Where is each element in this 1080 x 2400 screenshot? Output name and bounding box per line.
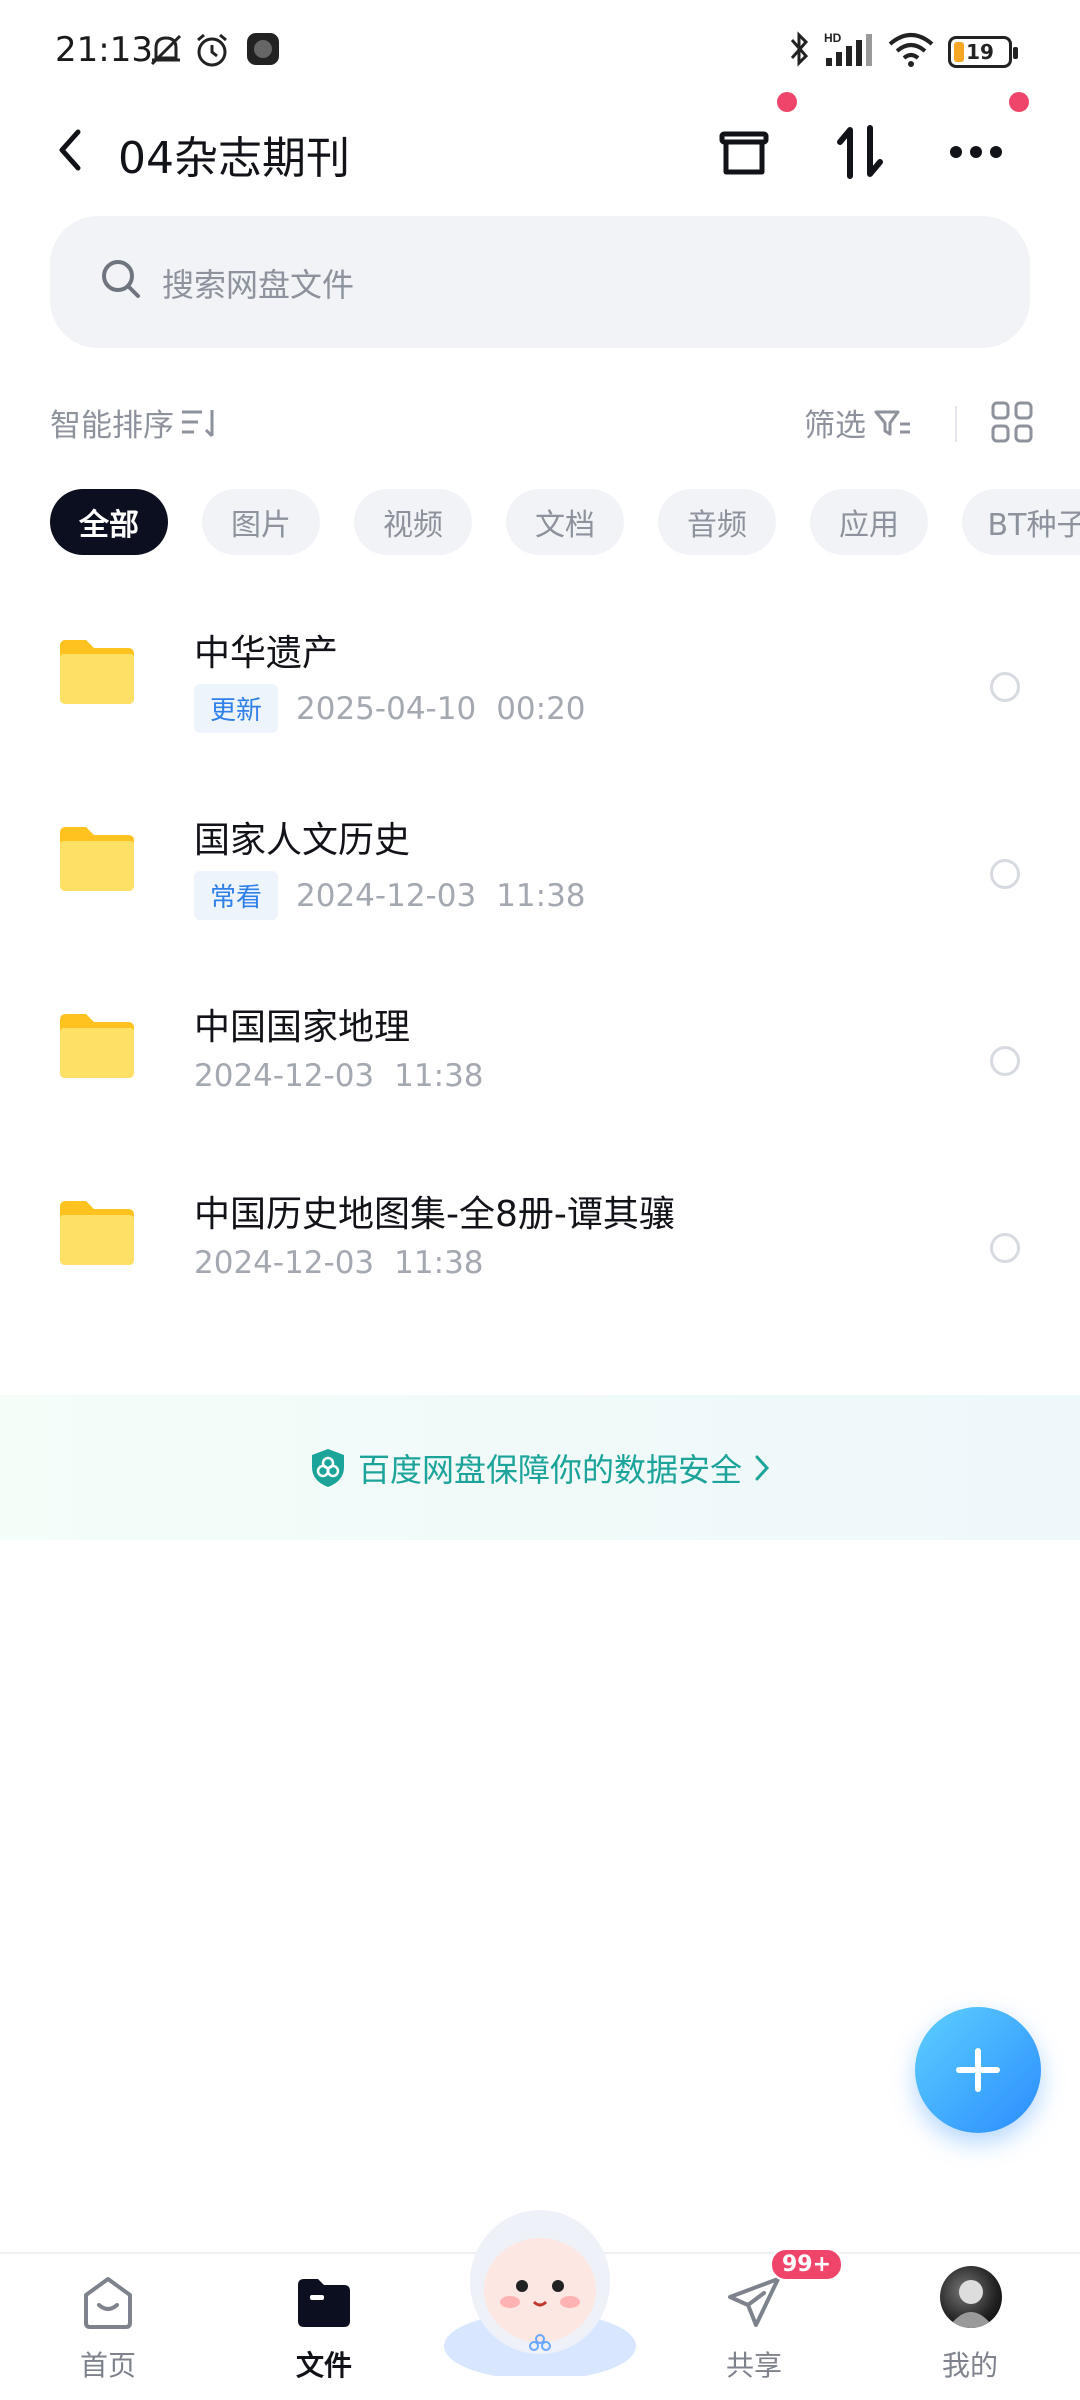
folder-icon <box>294 2272 354 2332</box>
file-time: 11:38 <box>394 1245 484 1281</box>
file-time: 00:20 <box>496 690 586 727</box>
top-bar: 04杂志期刊 <box>0 92 1080 200</box>
mute-bell-icon <box>146 30 186 74</box>
transfer-button[interactable] <box>820 112 900 192</box>
nav-share-label: 共享 <box>725 2349 782 2382</box>
select-radio[interactable] <box>990 1046 1020 1076</box>
file-row[interactable]: 中华遗产 更新 2025-04-10 00:20 <box>0 606 1080 793</box>
more-button[interactable] <box>936 112 1016 192</box>
folder-icon <box>56 636 138 712</box>
file-date: 2024-12-03 <box>296 877 477 914</box>
paper-plane-icon <box>724 2272 784 2332</box>
chip-audio[interactable]: 音频 <box>658 489 776 555</box>
status-bar: 21:13 HD 19 <box>0 0 1080 100</box>
filter-button[interactable]: 筛选 <box>804 400 912 445</box>
chip-bt-seeds[interactable]: BT种子 <box>962 489 1080 555</box>
file-row[interactable]: 中国历史地图集-全8册-谭其骧 2024-12-03 11:38 <box>0 1167 1080 1354</box>
security-banner[interactable]: 百度网盘保障你的数据安全 <box>0 1395 1080 1540</box>
battery-icon: 19 <box>948 36 1018 68</box>
search-placeholder: 搜索网盘文件 <box>162 266 355 304</box>
share-badge: 99+ <box>770 2248 844 2281</box>
select-radio[interactable] <box>990 1233 1020 1263</box>
status-time: 21:13 <box>55 30 153 70</box>
folder-icon <box>56 823 138 899</box>
file-meta: 2024-12-03 11:38 <box>194 1245 484 1281</box>
grid-view-icon <box>991 401 1033 443</box>
sort-lines-icon <box>182 409 214 437</box>
search-icon <box>98 256 144 306</box>
more-dots-icon <box>950 146 1002 158</box>
file-date: 2024-12-03 <box>194 1058 375 1094</box>
archive-box-icon <box>719 131 769 175</box>
filter-funnel-icon <box>874 410 910 435</box>
nav-home-label: 首页 <box>79 2349 136 2382</box>
sort-button[interactable]: 智能排序 <box>50 400 220 445</box>
nav-mine-label: 我的 <box>941 2349 998 2382</box>
chevron-left-icon <box>59 129 81 171</box>
file-meta: 常看 2024-12-03 11:38 <box>194 871 586 920</box>
category-chips: 全部 图片 视频 文档 音频 应用 BT种子 <box>50 489 1080 555</box>
file-name: 中华遗产 <box>194 633 339 674</box>
nav-home[interactable]: 首页 <box>48 2272 168 2392</box>
file-date: 2025-04-10 <box>296 690 477 727</box>
file-time: 11:38 <box>496 877 586 914</box>
notification-dot <box>777 92 797 112</box>
update-tag: 更新 <box>194 684 279 733</box>
shield-icon <box>311 1448 344 1487</box>
recycle-box-button[interactable] <box>704 112 784 192</box>
mascot-assistant-button[interactable] <box>438 2196 642 2380</box>
chip-videos[interactable]: 视频 <box>354 489 472 555</box>
file-row[interactable]: 中国国家地理 2024-12-03 11:38 <box>0 980 1080 1167</box>
file-meta: 更新 2025-04-10 00:20 <box>194 684 586 733</box>
file-name: 中国历史地图集-全8册-谭其骧 <box>194 1194 675 1235</box>
add-button[interactable] <box>915 2007 1041 2133</box>
alarm-icon <box>192 30 232 74</box>
grid-view-button[interactable] <box>990 400 1034 448</box>
chip-images[interactable]: 图片 <box>202 489 320 555</box>
select-radio[interactable] <box>990 859 1020 889</box>
chip-all[interactable]: 全部 <box>50 489 168 555</box>
folder-icon <box>56 1010 138 1086</box>
bluetooth-icon <box>784 30 814 74</box>
chip-documents[interactable]: 文档 <box>506 489 624 555</box>
file-time: 11:38 <box>394 1058 484 1094</box>
file-meta: 2024-12-03 11:38 <box>194 1058 484 1094</box>
file-name: 国家人文历史 <box>194 820 411 861</box>
notification-dot <box>1009 92 1029 112</box>
search-input[interactable]: 搜索网盘文件 <box>50 216 1030 348</box>
select-radio[interactable] <box>990 672 1020 702</box>
filter-label: 筛选 <box>804 408 866 444</box>
chevron-right-icon <box>755 1455 770 1480</box>
avatar[interactable] <box>940 2266 1002 2328</box>
sort-label: 智能排序 <box>50 408 174 444</box>
svg-text:HD: HD <box>824 31 842 45</box>
nav-share[interactable]: 共享 <box>694 2272 814 2392</box>
security-banner-text: 百度网盘保障你的数据安全 <box>357 1450 742 1489</box>
app-notification-icon <box>244 30 282 72</box>
wifi-icon <box>886 30 936 74</box>
frequent-tag: 常看 <box>194 871 279 920</box>
cell-signal-icon: HD <box>822 30 878 74</box>
battery-level: 19 <box>966 40 994 64</box>
chip-apps[interactable]: 应用 <box>810 489 928 555</box>
divider <box>955 406 957 442</box>
file-date: 2024-12-03 <box>194 1245 375 1281</box>
file-name: 中国国家地理 <box>194 1007 411 1048</box>
page-title: 04杂志期刊 <box>118 133 350 184</box>
nav-files-label: 文件 <box>295 2349 352 2382</box>
folder-icon <box>56 1197 138 1273</box>
transfer-arrows-icon <box>837 125 883 179</box>
home-icon <box>78 2272 138 2332</box>
back-button[interactable] <box>44 120 94 180</box>
file-row[interactable]: 国家人文历史 常看 2024-12-03 11:38 <box>0 793 1080 980</box>
nav-files[interactable]: 文件 <box>264 2272 384 2392</box>
plus-icon <box>956 2048 1000 2092</box>
